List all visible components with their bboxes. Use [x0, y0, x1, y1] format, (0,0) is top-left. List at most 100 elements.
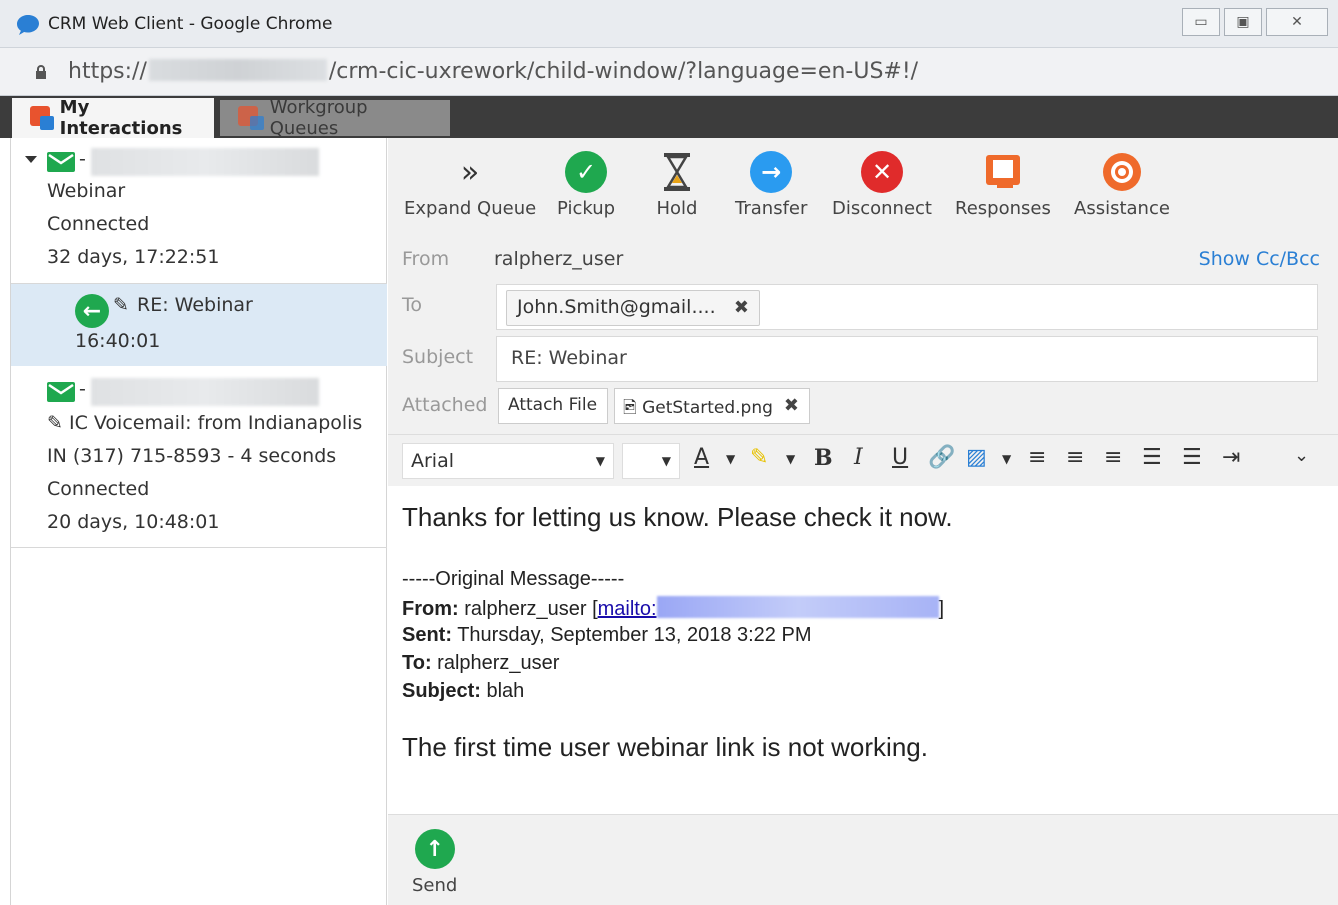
send-button[interactable]: ↑ Send	[412, 829, 457, 896]
app-tab-strip: My Interactions Workgroup Queues	[0, 96, 1338, 139]
align-left-icon[interactable]: ≡	[1028, 447, 1046, 469]
tab-workgroup-queues[interactable]: Workgroup Queues	[220, 97, 450, 139]
expand-toolbar-icon[interactable]: ⌄	[1294, 447, 1309, 465]
interaction-time: 16:40:01	[75, 330, 161, 352]
paperclip-icon: ✎	[47, 412, 63, 434]
highlight-icon[interactable]: ✎	[750, 447, 768, 469]
redacted-host	[148, 59, 327, 81]
window-controls: ▭ ▣ ✕	[1182, 8, 1328, 36]
chat-bubble-icon	[17, 15, 39, 35]
align-center-icon[interactable]: ≡	[1066, 447, 1084, 469]
dropdown-arrow-icon: ▼	[661, 454, 671, 468]
url-scheme: https://	[68, 59, 147, 84]
lifebuoy-icon	[1100, 150, 1144, 194]
interaction-group[interactable]: - ✎ IC Voicemail: from Indianapolis IN (…	[11, 366, 387, 548]
redacted-email	[656, 596, 939, 618]
quoted-sent: Sent: Thursday, September 13, 2018 3:22 …	[402, 624, 811, 647]
hold-button[interactable]: Hold	[655, 150, 699, 219]
window-title: CRM Web Client - Google Chrome	[48, 14, 333, 34]
transfer-button[interactable]: → Transfer	[735, 150, 807, 219]
dash: -	[79, 378, 86, 400]
send-bar: ↑ Send	[388, 814, 1338, 905]
button-label: Hold	[656, 198, 698, 219]
action-toolbar: » Expand Queue ✓ Pickup Hold → Transfer …	[388, 138, 1338, 230]
button-label: Send	[412, 875, 458, 896]
interaction-state: Connected	[47, 213, 150, 235]
remove-recipient-icon[interactable]: ✖	[734, 297, 749, 318]
mailto-link[interactable]: mailto:	[598, 596, 939, 620]
send-arrow-icon: ↑	[414, 829, 455, 869]
maximize-button[interactable]: ▣	[1224, 8, 1262, 36]
button-label: Assistance	[1074, 198, 1170, 219]
quoted-subject-value: blah	[486, 680, 525, 702]
subject-field[interactable]: RE: Webinar	[496, 336, 1318, 382]
maximize-icon: ▣	[1236, 14, 1250, 30]
queues-icon	[238, 106, 264, 130]
tab-my-interactions[interactable]: My Interactions	[12, 97, 214, 139]
url-path: /crm-cic-uxrework/child-window/?language…	[328, 59, 919, 84]
link-icon[interactable]: 🔗	[928, 447, 955, 469]
font-size-select[interactable]: ▼	[622, 443, 680, 479]
bold-icon[interactable]: B	[814, 447, 833, 469]
interaction-duration: 32 days, 17:22:51	[47, 246, 220, 268]
expand-queue-button[interactable]: » Expand Queue	[404, 150, 536, 220]
insert-image-icon[interactable]: ▨	[966, 447, 987, 469]
italic-icon[interactable]: I	[854, 447, 863, 469]
interaction-type: Webinar	[47, 180, 126, 202]
recipient-chip[interactable]: John.Smith@gmail.... ✖	[506, 290, 760, 326]
numbered-list-icon[interactable]: ☰	[1142, 447, 1162, 469]
message-editor[interactable]: Thanks for letting us know. Please check…	[388, 486, 1338, 814]
disconnect-button[interactable]: ✕ Disconnect	[832, 150, 932, 219]
remove-attachment-icon[interactable]: ✖	[784, 395, 799, 416]
show-cc-bcc-link[interactable]: Show Cc/Bcc	[1199, 248, 1320, 270]
attachment-name: GetStarted.png	[642, 398, 773, 418]
address-bar[interactable]: https:// /crm-cic-uxrework/child-window/?…	[0, 48, 1338, 96]
font-name: Arial	[411, 450, 455, 472]
quoted-to-label: To:	[402, 652, 432, 674]
align-right-icon[interactable]: ≡	[1104, 447, 1122, 469]
font-color-icon[interactable]: A	[694, 447, 709, 469]
subject-label: Subject	[402, 346, 474, 368]
attachment-chip[interactable]: 🖻 GetStarted.png ✖	[614, 388, 810, 424]
expand-caret-icon[interactable]	[25, 156, 37, 163]
responses-button[interactable]: Responses	[955, 150, 1051, 219]
lock-icon	[36, 65, 46, 79]
quoted-to: To: ralpherz_user	[402, 652, 559, 675]
email-icon	[47, 152, 75, 172]
minimize-button[interactable]: ▭	[1182, 8, 1220, 36]
pickup-button[interactable]: ✓ Pickup	[557, 150, 615, 219]
body-line: The first time user webinar link is not …	[402, 732, 928, 762]
redacted-contact	[91, 148, 319, 176]
assistance-button[interactable]: Assistance	[1074, 150, 1170, 219]
x-circle-icon: ✕	[860, 150, 904, 194]
hourglass-icon	[655, 150, 699, 194]
quoted-sent-value: Thursday, September 13, 2018 3:22 PM	[457, 624, 812, 646]
attach-file-button[interactable]: Attach File	[498, 388, 608, 424]
url-text: https:// /crm-cic-uxrework/child-window/?…	[68, 59, 918, 84]
from-label: From	[402, 248, 450, 270]
bullet-list-icon[interactable]: ☰	[1182, 447, 1202, 469]
interaction-subject: RE: Webinar	[137, 294, 253, 316]
image-dropdown-icon[interactable]: ▼	[1002, 453, 1011, 465]
highlight-dropdown-icon[interactable]: ▼	[786, 453, 795, 465]
font-color-dropdown-icon[interactable]: ▼	[726, 453, 735, 465]
button-label: Pickup	[557, 198, 616, 219]
close-icon: ✕	[1291, 14, 1303, 30]
dropdown-arrow-icon: ▼	[595, 454, 605, 468]
close-window-button[interactable]: ✕	[1266, 8, 1328, 36]
tab-label: Workgroup Queues	[269, 97, 368, 139]
body-line: Thanks for letting us know. Please check…	[402, 502, 953, 532]
button-label: Disconnect	[832, 198, 932, 219]
interaction-group[interactable]: - Webinar Connected 32 days, 17:22:51	[11, 138, 387, 284]
quoted-subject: Subject: blah	[402, 680, 524, 703]
responses-icon	[981, 150, 1025, 194]
indent-icon[interactable]: ⇥	[1222, 447, 1240, 469]
interaction-subject-line2: IN (317) 715-8593 - 4 seconds	[47, 445, 337, 467]
window-titlebar: CRM Web Client - Google Chrome ▭ ▣ ✕	[0, 0, 1338, 48]
selected-interaction[interactable]: ← ✎ RE: Webinar 16:40:01	[11, 284, 387, 366]
underline-icon[interactable]: U	[892, 447, 908, 469]
recipient-email: John.Smith@gmail....	[517, 296, 716, 318]
font-family-select[interactable]: Arial ▼	[402, 443, 614, 479]
reply-arrow-icon: ←	[75, 294, 109, 328]
interactions-list: - Webinar Connected 32 days, 17:22:51 ← …	[10, 138, 387, 905]
